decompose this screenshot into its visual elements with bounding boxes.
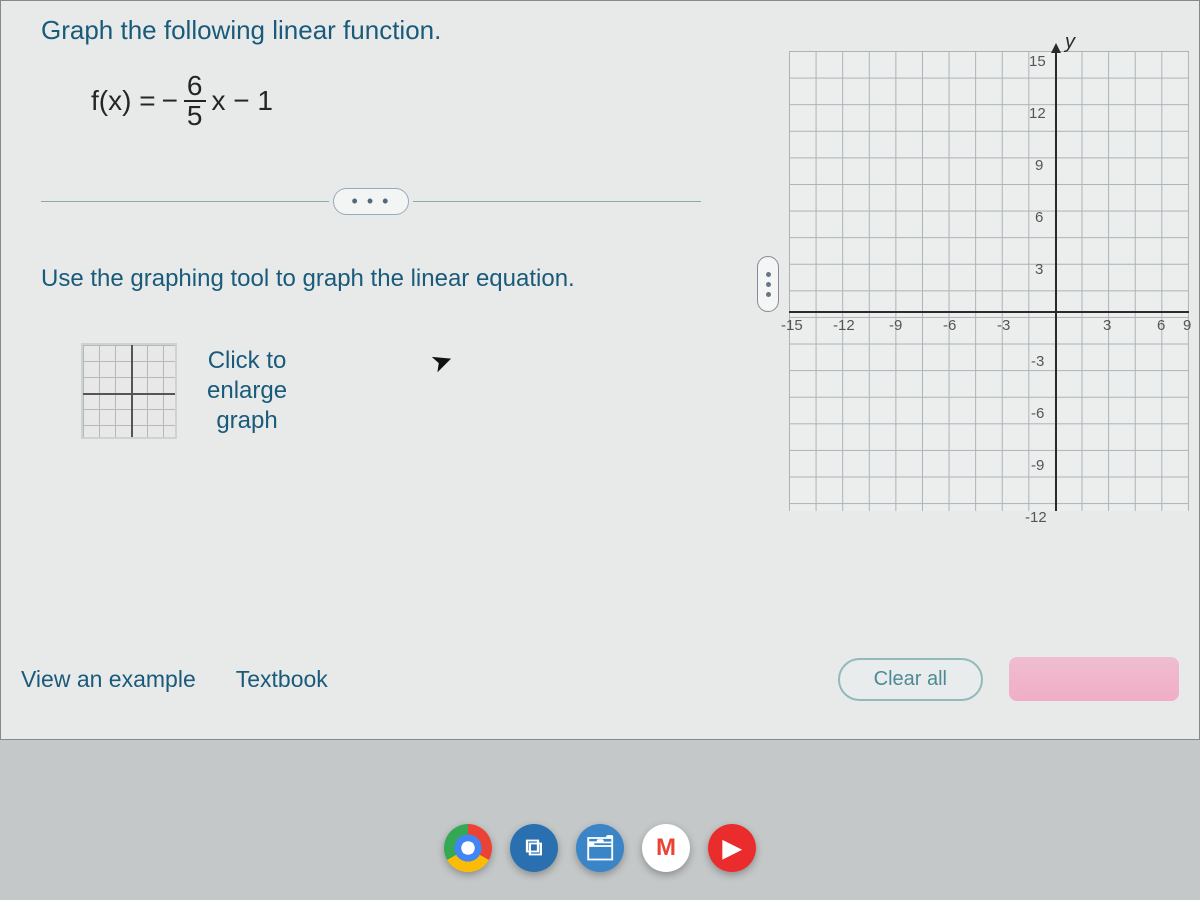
y-tick: -6 — [1031, 405, 1044, 422]
question-panel: Graph the following linear function. f(x… — [11, 1, 771, 681]
fraction-numerator: 6 — [184, 72, 206, 102]
equation-tail: x − 1 — [212, 85, 273, 117]
equation-negative: − — [162, 85, 178, 117]
x-tick: -15 — [781, 317, 803, 334]
microsoft-store-icon[interactable]: ⧉ — [510, 824, 558, 872]
x-tick: -3 — [997, 317, 1010, 334]
x-tick: 6 — [1157, 317, 1165, 334]
x-tick: -9 — [889, 317, 902, 334]
divider-line-left — [41, 201, 329, 202]
equation-fraction: 6 5 — [184, 72, 206, 130]
graph-panel: y 15 12 9 6 3 -3 -6 -9 -12 -15 -12 -9 -6… — [779, 21, 1199, 561]
graph-thumbnail[interactable] — [81, 343, 177, 439]
y-tick: -12 — [1025, 509, 1047, 526]
fraction-denominator: 5 — [184, 102, 206, 130]
x-tick: -12 — [833, 317, 855, 334]
chrome-icon[interactable] — [444, 824, 492, 872]
y-tick: 15 — [1029, 53, 1046, 70]
equation: f(x) = − 6 5 x − 1 — [91, 72, 741, 130]
x-tick: 3 — [1103, 317, 1111, 334]
x-tick: -6 — [943, 317, 956, 334]
coordinate-graph[interactable]: y 15 12 9 6 3 -3 -6 -9 -12 -15 -12 -9 -6… — [779, 21, 1199, 541]
enlarge-graph-label: Click to enlarge graph — [207, 346, 287, 436]
y-axis-label: y — [1065, 31, 1075, 54]
instruction-text: Use the graphing tool to graph the linea… — [41, 265, 741, 293]
divider-line-right — [413, 201, 701, 202]
y-axis — [1055, 51, 1057, 511]
section-divider: • • • — [41, 188, 701, 215]
clear-all-button[interactable]: Clear all — [838, 658, 983, 701]
homework-window: Graph the following linear function. f(x… — [0, 0, 1200, 740]
question-prompt: Graph the following linear function. — [41, 15, 741, 46]
equation-lhs: f(x) = — [91, 85, 156, 117]
windows-taskbar: ⧉ 🗂 M ▶ — [0, 816, 1200, 880]
footer-bar: View an example Textbook Clear all — [1, 657, 1199, 701]
x-tick: 9 — [1183, 317, 1191, 334]
check-answer-button[interactable] — [1009, 657, 1179, 701]
textbook-link[interactable]: Textbook — [236, 666, 328, 693]
y-tick: -9 — [1031, 457, 1044, 474]
x-axis — [789, 311, 1189, 313]
graph-grid — [789, 51, 1189, 511]
file-explorer-icon[interactable]: 🗂 — [576, 824, 624, 872]
youtube-icon[interactable]: ▶ — [708, 824, 756, 872]
gmail-icon[interactable]: M — [642, 824, 690, 872]
y-tick: 12 — [1029, 105, 1046, 122]
y-tick: 9 — [1035, 157, 1043, 174]
y-tick: 6 — [1035, 209, 1043, 226]
enlarge-graph-row: Click to enlarge graph — [81, 343, 741, 439]
more-options-button[interactable]: • • • — [333, 188, 410, 215]
view-example-link[interactable]: View an example — [21, 666, 196, 693]
tools-drawer-handle[interactable] — [757, 256, 779, 312]
y-tick: 3 — [1035, 261, 1043, 278]
y-tick: -3 — [1031, 353, 1044, 370]
